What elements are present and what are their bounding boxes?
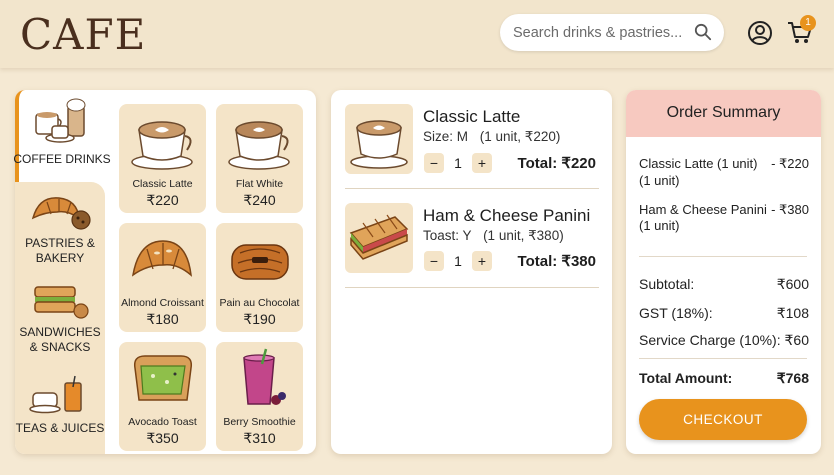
category-sandwiches-snacks[interactable]: SANDWICHES & SNACKS xyxy=(15,281,105,355)
cart-item-unit-info: (1 unit, ₹380) xyxy=(483,228,564,243)
search-icon[interactable] xyxy=(694,23,712,41)
total-amount-value: ₹768 xyxy=(776,370,809,386)
summary-item-name: Classic Latte (1 unit) xyxy=(639,156,758,171)
gst-label: GST (18%): xyxy=(639,305,713,321)
category-teas-juices[interactable]: TEAS & JUICES xyxy=(15,373,105,436)
top-bar: CAFE Search drinks & pastries... 1 xyxy=(0,0,834,68)
product-card-almond-croissant[interactable]: Almond Croissant ₹180 xyxy=(119,223,206,332)
subtotal-row: Subtotal: ₹600 xyxy=(639,276,809,292)
total-amount-label: Total Amount: xyxy=(639,370,733,386)
tea-juice-icon xyxy=(29,375,82,414)
category-pastries-bakery[interactable]: PASTRIES & BAKERY xyxy=(15,188,105,266)
flat-white-icon xyxy=(228,121,290,170)
order-summary-title: Order Summary xyxy=(666,104,781,121)
sandwich-icon xyxy=(34,286,89,319)
gst-value: ₹108 xyxy=(776,305,809,321)
product-name: Berry Smoothie xyxy=(223,416,296,428)
subtotal-label: Subtotal: xyxy=(639,276,695,292)
cart-count-badge: 1 xyxy=(800,15,816,31)
product-card-classic-latte[interactable]: Classic Latte ₹220 xyxy=(119,104,206,213)
product-name: Avocado Toast xyxy=(128,416,197,428)
product-price: ₹310 xyxy=(243,430,276,446)
category-label: COFFEE DRINKS xyxy=(13,152,111,166)
product-card-avocado-toast[interactable]: Avocado Toast ₹350 xyxy=(119,342,206,451)
cart-item-total: Total: ₹220 xyxy=(517,155,596,172)
cart-item-unit-info: (1 unit, ₹220) xyxy=(479,129,561,144)
cart-item-thumbnail xyxy=(345,203,413,273)
cart-item-total: Total: ₹380 xyxy=(517,253,596,270)
divider xyxy=(345,188,599,189)
cart-item-thumbnail xyxy=(345,104,413,174)
product-card-berry-smoothie[interactable]: Berry Smoothie ₹310 xyxy=(216,342,303,451)
coffee-cups-icon xyxy=(35,98,86,143)
summary-item-sub: (1 unit) xyxy=(639,173,680,188)
product-price: ₹180 xyxy=(146,311,179,327)
cart-item-name: Ham & Cheese Panini xyxy=(423,206,591,225)
user-account-icon[interactable] xyxy=(747,20,773,46)
cart-item-option: Size: M xyxy=(423,129,469,144)
avocado-toast-icon xyxy=(133,355,193,401)
product-card-flat-white[interactable]: Flat White ₹240 xyxy=(216,104,303,213)
summary-line-item: Ham & Cheese Panini - ₹380 xyxy=(639,202,809,217)
search-placeholder: Search drinks & pastries... xyxy=(513,25,683,41)
cart-item-details: Size: M (1 unit, ₹220) xyxy=(423,129,560,145)
total-amount-row: Total Amount: ₹768 xyxy=(639,370,809,386)
pain-au-chocolat-icon xyxy=(231,244,289,280)
order-summary-panel: Order Summary Classic Latte (1 unit) - ₹… xyxy=(626,90,821,454)
divider xyxy=(345,287,599,288)
summary-line-item: Classic Latte (1 unit) - ₹220 xyxy=(639,156,809,171)
service-charge-row: Service Charge (10%): ₹60 xyxy=(639,332,809,348)
panini-icon xyxy=(349,214,409,260)
service-charge-value: ₹60 xyxy=(784,332,809,348)
divider xyxy=(639,358,807,359)
latte-icon xyxy=(350,120,408,169)
increase-qty-button[interactable]: + xyxy=(472,251,492,271)
category-label: PASTRIES & BAKERY xyxy=(25,236,95,265)
latte-icon xyxy=(131,121,193,170)
product-price: ₹220 xyxy=(146,192,179,208)
search-input[interactable]: Search drinks & pastries... xyxy=(500,14,724,51)
summary-item-price: - ₹220 xyxy=(771,156,809,171)
product-name: Flat White xyxy=(235,178,284,190)
summary-item-price: - ₹380 xyxy=(771,202,809,217)
quantity-value: 1 xyxy=(454,253,462,269)
smoothie-icon xyxy=(243,348,286,405)
subtotal-value: ₹600 xyxy=(776,276,809,292)
product-price: ₹240 xyxy=(243,192,276,208)
increase-qty-button[interactable]: + xyxy=(472,153,492,173)
order-summary-header: Order Summary xyxy=(626,90,821,137)
product-card-pain-au-chocolat[interactable]: Pain au Chocolat ₹190 xyxy=(216,223,303,332)
decrease-qty-button[interactable]: − xyxy=(424,153,444,173)
service-charge-label: Service Charge (10%): xyxy=(639,332,781,348)
divider xyxy=(639,256,807,257)
product-price: ₹350 xyxy=(146,430,179,446)
croissant-icon xyxy=(131,240,192,277)
cart-item-name: Classic Latte xyxy=(423,107,521,126)
category-label: TEAS & JUICES xyxy=(15,421,105,435)
decrease-qty-button[interactable]: − xyxy=(424,251,444,271)
summary-item-sub: (1 unit) xyxy=(639,218,680,233)
checkout-button[interactable]: CHECKOUT xyxy=(639,399,807,440)
product-name: Pain au Chocolat xyxy=(219,297,300,309)
menu-panel: COFFEE DRINKS PASTRIES & BAKERY SANDWICH… xyxy=(13,90,316,454)
product-name: Almond Croissant xyxy=(121,297,204,309)
category-coffee-drinks[interactable]: COFFEE DRINKS xyxy=(13,96,111,167)
cafe-logo[interactable]: CAFE xyxy=(20,10,146,59)
cart-item-option: Toast: Y xyxy=(423,228,472,243)
gst-row: GST (18%): ₹108 xyxy=(639,305,809,321)
quantity-value: 1 xyxy=(454,155,462,171)
product-price: ₹190 xyxy=(243,311,276,327)
croissant-icon xyxy=(31,197,91,230)
category-label: SANDWICHES & SNACKS xyxy=(19,325,101,354)
cart-panel: Classic Latte Size: M (1 unit, ₹220) − 1… xyxy=(331,90,612,454)
summary-item-name: Ham & Cheese Panini xyxy=(639,202,767,217)
product-name: Classic Latte xyxy=(132,178,193,190)
cart-item-details: Toast: Y (1 unit, ₹380) xyxy=(423,228,564,244)
